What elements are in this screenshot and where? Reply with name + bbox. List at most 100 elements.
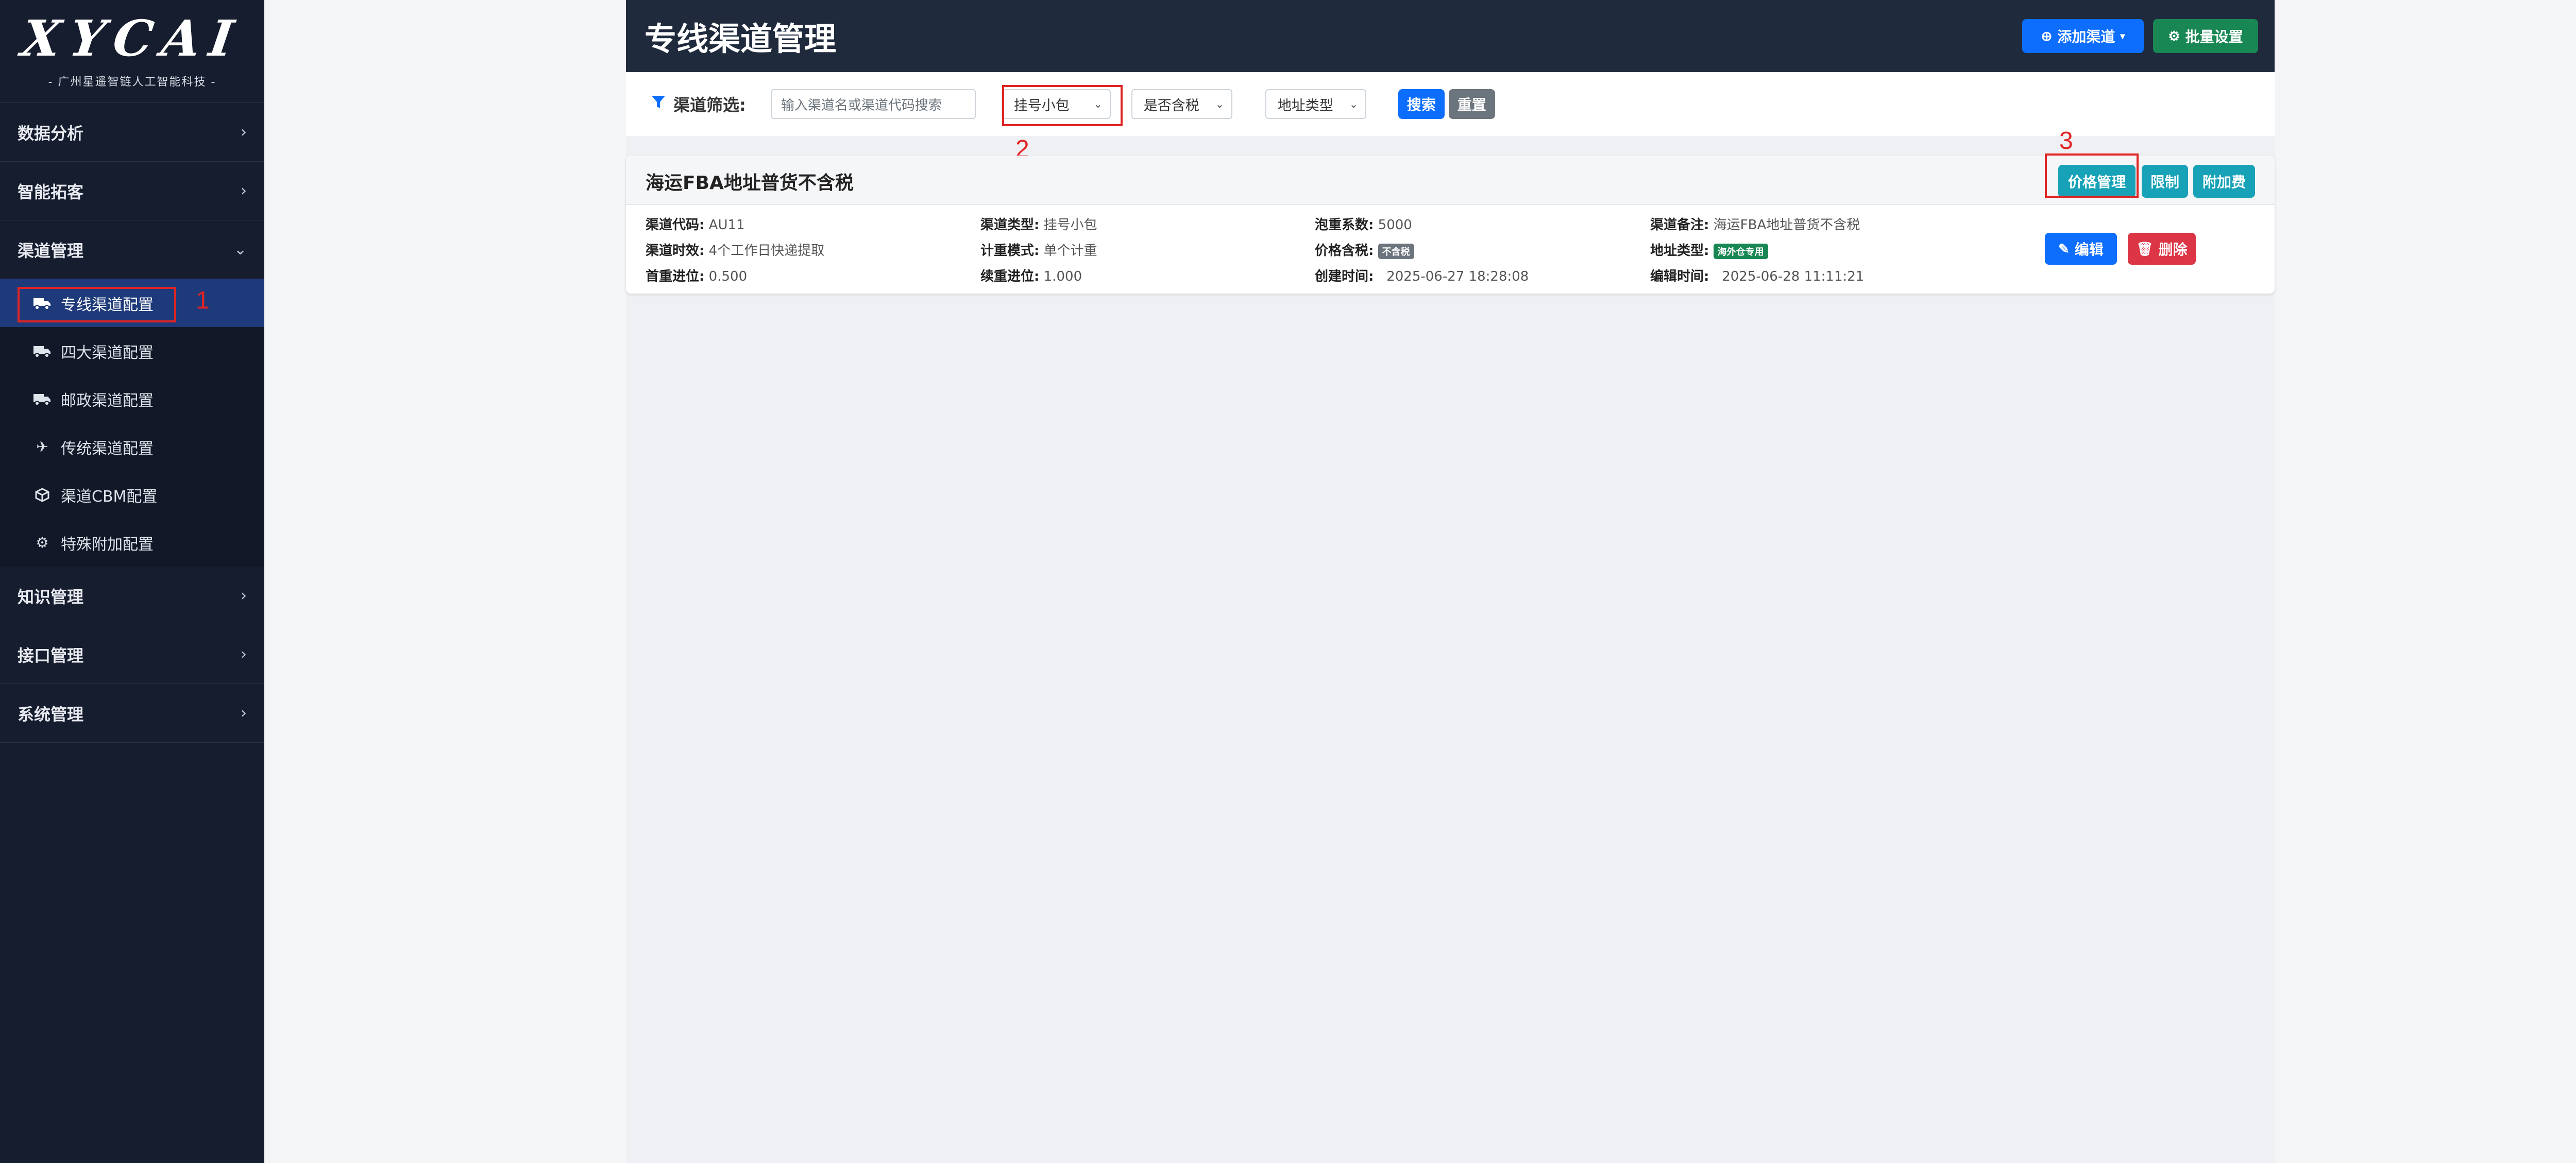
filter-label: 渠道筛选: <box>651 92 746 116</box>
first-weight-value: 0.500 <box>708 269 748 284</box>
menu-group-data-analysis[interactable]: 数据分析 › <box>0 103 264 162</box>
billing-mode-field: 计重模式: 单个计重 <box>980 240 1097 259</box>
sidebar-item-special-surcharge[interactable]: ⚙ 特殊附加配置 <box>0 519 264 567</box>
field-label: 创建时间: <box>1315 269 1374 284</box>
annotation-number-1: 1 <box>196 287 210 314</box>
menu-group-smart-leads[interactable]: 智能拓客 › <box>0 162 264 220</box>
field-label: 首重进位: <box>646 269 705 284</box>
menu-group-system[interactable]: 系统管理 › <box>0 684 264 743</box>
timeliness-field: 渠道时效: 4个工作日快递提取 <box>646 240 824 259</box>
address-type-badge: 海外仓专用 <box>1713 243 1768 259</box>
channel-card: 海运FBA地址普货不含税 价格管理 限制 附加费 渠道代码: AU11 渠道类型… <box>626 156 2275 294</box>
chevron-right-icon: › <box>241 182 247 200</box>
address-type-select[interactable]: 地址类型 ⌄ <box>1265 89 1366 119</box>
price-tax-field: 价格含税: 不含税 <box>1315 240 1414 259</box>
tax-select[interactable]: 是否含税 ⌄ <box>1131 89 1232 119</box>
add-channel-button[interactable]: ⊕ 添加渠道 ▾ <box>2022 19 2144 53</box>
edit-label: 编辑 <box>2074 242 2104 258</box>
chevron-right-icon: › <box>241 123 247 141</box>
truck-icon <box>32 345 53 358</box>
menu-group-label: 数据分析 <box>18 123 84 143</box>
sidebar-item-traditional-channel[interactable]: ✈ 传统渠道配置 <box>0 423 264 471</box>
timeliness-value: 4个工作日快递提取 <box>708 243 825 259</box>
created-time-value: 2025-06-27 18:28:08 <box>1386 269 1529 284</box>
surcharge-button[interactable]: 附加费 <box>2193 165 2255 198</box>
gear-icon: ⚙ <box>36 534 49 551</box>
menu-group-label: 知识管理 <box>18 587 84 607</box>
batch-settings-button[interactable]: ⚙ 批量设置 <box>2153 19 2258 53</box>
channel-type-field: 渠道类型: 挂号小包 <box>980 214 1097 233</box>
channel-card-title: 海运FBA地址普货不含税 <box>646 173 854 194</box>
sidebar-item-label: 传统渠道配置 <box>61 439 154 458</box>
delete-button[interactable]: 🗑 删除 <box>2128 233 2196 265</box>
volume-factor-field: 泡重系数: 5000 <box>1315 214 1412 233</box>
chevron-down-icon: ⌄ <box>233 241 247 259</box>
field-label: 渠道类型: <box>980 217 1040 233</box>
sidebar-item-label: 邮政渠道配置 <box>61 391 154 410</box>
sidebar-item-label: 渠道CBM配置 <box>61 487 158 506</box>
plane-icon: ✈ <box>36 438 48 455</box>
channel-type-value: 挂号小包 <box>1013 97 1070 114</box>
sidebar-item-label: 专线渠道配置 <box>61 296 154 314</box>
continued-weight-value: 1.000 <box>1043 269 1082 284</box>
channel-type-select[interactable]: 挂号小包 ⌄ <box>1001 89 1111 119</box>
sidebar: XYCAI - 广州星遥智链人工智能科技 - 数据分析 › 智能拓客 › 渠道管… <box>0 0 264 1163</box>
search-input[interactable]: 输入渠道名或渠道代码搜索 <box>770 89 976 119</box>
menu-group-knowledge[interactable]: 知识管理 › <box>0 567 264 625</box>
field-label: 计重模式: <box>980 243 1040 259</box>
created-time-field: 创建时间: 2025-06-27 18:28:08 <box>1315 266 1529 285</box>
continued-weight-field: 续重进位: 1.000 <box>980 266 1082 285</box>
delete-label: 删除 <box>2158 242 2188 258</box>
reset-button[interactable]: 重置 <box>1448 89 1495 119</box>
edit-icon: ✎ <box>2058 241 2070 256</box>
menu-group-channel-management[interactable]: 渠道管理 ⌄ <box>0 220 264 279</box>
sidebar-item-label: 四大渠道配置 <box>61 344 154 362</box>
add-channel-label: 添加渠道 <box>2057 29 2115 45</box>
billing-mode-value: 单个计重 <box>1043 243 1097 259</box>
field-label: 渠道备注: <box>1650 217 1709 233</box>
sidebar-item-big-four-channel[interactable]: 四大渠道配置 <box>0 327 264 375</box>
funnel-icon <box>651 94 666 114</box>
menu-group-label: 接口管理 <box>18 645 84 665</box>
volume-factor-value: 5000 <box>1378 217 1412 233</box>
menu-group-api[interactable]: 接口管理 › <box>0 625 264 684</box>
sidebar-item-postal-channel[interactable]: 邮政渠道配置 <box>0 375 264 423</box>
channel-type-value: 挂号小包 <box>1043 217 1097 233</box>
header-actions: ⊕ 添加渠道 ▾ ⚙ 批量设置 <box>2022 19 2258 53</box>
chevron-right-icon: › <box>241 704 247 722</box>
tax-value: 是否含税 <box>1143 97 1199 114</box>
field-label: 渠道时效: <box>646 243 705 259</box>
truck-icon <box>32 392 53 406</box>
channel-note-field: 渠道备注: 海运FBA地址普货不含税 <box>1650 214 1860 233</box>
field-label: 地址类型: <box>1650 243 1709 259</box>
sidebar-item-dedicated-channel[interactable]: 专线渠道配置 <box>0 279 264 327</box>
search-button[interactable]: 搜索 <box>1398 89 1445 119</box>
plus-circle-icon: ⊕ <box>2041 28 2053 44</box>
limit-button[interactable]: 限制 <box>2142 165 2188 198</box>
trash-icon: 🗑 <box>2136 241 2154 256</box>
filter-label-text: 渠道筛选: <box>673 95 746 115</box>
content-panel: 专线渠道管理 ⊕ 添加渠道 ▾ ⚙ 批量设置 渠道筛选: 输入渠道名或渠道代码搜… <box>626 0 2275 1163</box>
filter-bar: 渠道筛选: 输入渠道名或渠道代码搜索 挂号小包 ⌄ 是否含税 ⌄ 地址类型 ⌄ … <box>626 72 2275 136</box>
chevron-down-icon: ⌄ <box>1215 98 1224 110</box>
channel-card-header: 海运FBA地址普货不含税 价格管理 限制 附加费 <box>626 156 2275 205</box>
price-management-button[interactable]: 价格管理 <box>2058 165 2136 198</box>
edit-button[interactable]: ✎ 编辑 <box>2045 233 2117 265</box>
address-type-field: 地址类型: 海外仓专用 <box>1650 240 1768 259</box>
page-header: 专线渠道管理 ⊕ 添加渠道 ▾ ⚙ 批量设置 <box>626 0 2275 72</box>
channel-code-field: 渠道代码: AU11 <box>646 214 745 233</box>
box-icon <box>32 487 53 502</box>
caret-down-icon: ▾ <box>2120 30 2125 41</box>
page-title: 专线渠道管理 <box>645 20 837 58</box>
chevron-right-icon: › <box>241 645 247 663</box>
field-label: 续重进位: <box>980 269 1040 284</box>
field-label: 价格含税: <box>1315 243 1374 259</box>
logo-subtitle: - 广州星遥智链人工智能科技 - <box>48 75 216 89</box>
chevron-right-icon: › <box>241 587 247 605</box>
edited-time-field: 编辑时间: 2025-06-28 11:11:21 <box>1650 266 1864 285</box>
address-type-value: 地址类型 <box>1277 97 1333 114</box>
sidebar-item-label: 特殊附加配置 <box>61 535 154 554</box>
tax-badge: 不含税 <box>1378 243 1414 259</box>
edited-time-value: 2025-06-28 11:11:21 <box>1722 269 1865 284</box>
sidebar-item-channel-cbm[interactable]: 渠道CBM配置 <box>0 471 264 519</box>
